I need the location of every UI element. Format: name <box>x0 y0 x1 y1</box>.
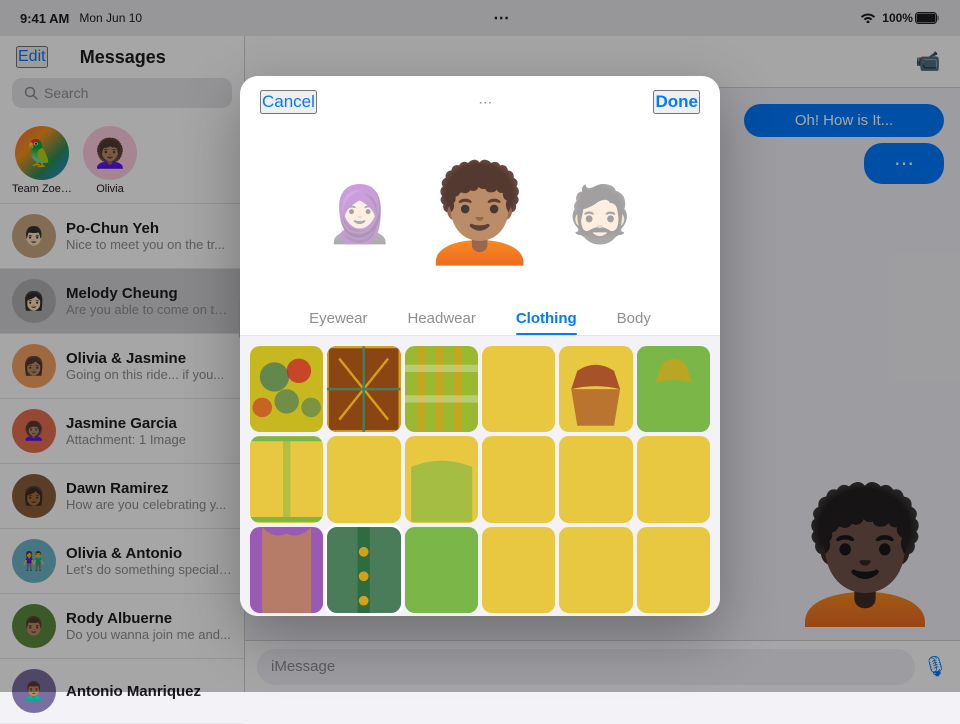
clothing-item-7[interactable] <box>250 436 323 522</box>
clothing-item-3[interactable] <box>405 346 478 432</box>
preview-center: 🧑🏽‍🦱 <box>410 134 550 294</box>
tab-eyewear[interactable]: Eyewear <box>289 302 387 335</box>
clothing-item-14[interactable] <box>327 527 400 613</box>
clothing-item-16[interactable] <box>482 527 555 613</box>
tab-headwear[interactable]: Headwear <box>387 302 495 335</box>
clothing-item-17[interactable] <box>559 527 632 613</box>
tab-body[interactable]: Body <box>597 302 671 335</box>
clothing-item-12[interactable] <box>637 436 710 522</box>
preview-left: 🧕🏻 <box>320 164 400 264</box>
cancel-button[interactable]: Cancel <box>260 90 317 114</box>
clothing-item-10[interactable] <box>482 436 555 522</box>
clothing-item-1[interactable] <box>250 346 323 432</box>
clothing-item-11[interactable] <box>559 436 632 522</box>
preview-right: 🧔🏻 <box>560 164 640 264</box>
done-button[interactable]: Done <box>653 90 700 114</box>
modal-overlay: Cancel ⋯ Done 🧕🏻 🧑🏽‍🦱 🧔🏻 Eyewear Headwea… <box>0 0 960 692</box>
clothing-grid <box>240 336 720 616</box>
tab-clothing[interactable]: Clothing <box>496 302 597 335</box>
clothing-item-9[interactable] <box>405 436 478 522</box>
category-tabs: Eyewear Headwear Clothing Body <box>240 302 720 336</box>
clothing-item-2[interactable] <box>327 346 400 432</box>
clothing-item-13[interactable] <box>250 527 323 613</box>
clothing-item-18[interactable] <box>637 527 710 613</box>
clothing-item-15[interactable] <box>405 527 478 613</box>
clothing-item-6[interactable] <box>637 346 710 432</box>
modal-header: Cancel ⋯ Done <box>240 76 720 124</box>
clothing-item-4[interactable] <box>482 346 555 432</box>
memoji-preview-area: 🧕🏻 🧑🏽‍🦱 🧔🏻 <box>240 124 720 302</box>
clothing-item-5[interactable] <box>559 346 632 432</box>
clothing-item-8[interactable] <box>327 436 400 522</box>
memoji-editor-modal: Cancel ⋯ Done 🧕🏻 🧑🏽‍🦱 🧔🏻 Eyewear Headwea… <box>240 76 720 616</box>
